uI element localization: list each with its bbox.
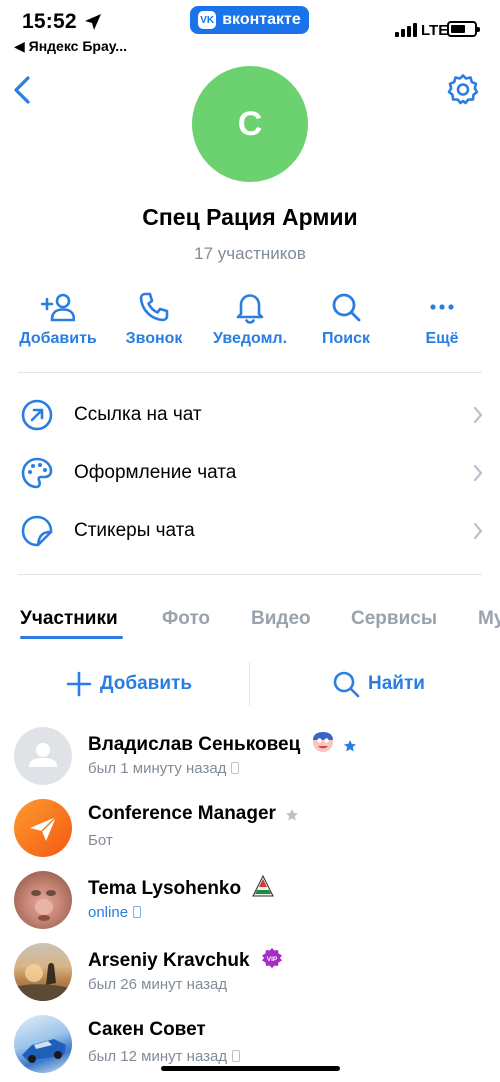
chat-stickers-row[interactable]: Стикеры чата	[0, 502, 500, 560]
chevron-right-icon	[473, 406, 483, 424]
bell-icon	[236, 294, 264, 324]
add-user-icon	[41, 293, 75, 322]
search-action[interactable]: Поиск	[296, 290, 396, 348]
member-name: Владислав Сеньковец	[88, 731, 357, 756]
chat-link-row[interactable]: Ссылка на чат	[0, 386, 500, 444]
search-icon	[333, 671, 360, 698]
find-member-button[interactable]: Найти	[332, 660, 425, 708]
member-row[interactable]: Сакен Совет был 12 минут назад	[0, 1015, 500, 1082]
member-status: был 26 минут назад	[88, 976, 228, 993]
back-icon[interactable]	[10, 74, 38, 106]
menu-label: Стикеры чата	[74, 520, 195, 541]
tab-video[interactable]: Видео	[251, 608, 311, 630]
tab-photo[interactable]: Фото	[162, 608, 210, 630]
chat-avatar[interactable]: С	[192, 66, 308, 182]
palette-icon	[21, 457, 53, 489]
chat-appearance-row[interactable]: Оформление чата	[0, 444, 500, 502]
divider	[18, 372, 482, 373]
vk-pill[interactable]: VK вконтакте	[190, 6, 309, 34]
svg-text:VIP: VIP	[267, 956, 278, 963]
photo-sunset-avatar	[14, 943, 72, 1001]
action-label: Добавить	[19, 330, 97, 347]
chat-title: Спец Рация Армии	[142, 204, 358, 230]
tab-bar: Участники Фото Видео Сервисы Му	[0, 602, 500, 642]
status-bar: 15:52 ◀ Яндекс Брау... VK вконтакте LTE	[0, 0, 500, 60]
sticker-icon	[21, 515, 53, 547]
tab-members[interactable]: Участники	[20, 608, 118, 630]
add-member-action[interactable]: Добавить	[8, 290, 108, 348]
phone-icon	[139, 292, 169, 322]
add-member-label: Добавить	[100, 673, 193, 694]
action-label: Поиск	[321, 330, 370, 347]
link-arrow-icon	[21, 399, 53, 431]
add-member-button[interactable]: Добавить	[66, 660, 192, 708]
action-row: Добавить Звонок Уведомл. Поиск Ещё	[0, 290, 500, 360]
chat-member-count[interactable]: 17 участников	[0, 244, 500, 264]
member-row[interactable]: Conference Manager Бот	[0, 799, 500, 871]
member-status: был 12 минут назад	[88, 1048, 241, 1065]
gear-icon[interactable]	[446, 72, 480, 106]
mobile-device-icon	[232, 1050, 241, 1062]
vk-pill-label: вконтакте	[222, 11, 301, 28]
vk-logo-icon: VK	[198, 11, 217, 29]
menu-label: Оформление чата	[74, 462, 237, 483]
football-club-logo-icon	[252, 875, 275, 897]
location-arrow-icon	[85, 14, 101, 30]
plus-icon	[66, 671, 92, 697]
member-name: Tema Lysohenko	[88, 875, 275, 900]
vip-badge-icon: VIP	[261, 948, 282, 968]
member-status: был 1 минуту назад	[88, 760, 240, 777]
member-name: Arseniy Kravchuk VIP	[88, 947, 283, 972]
mobile-device-icon	[133, 906, 142, 918]
toolbar-separator	[249, 662, 250, 706]
blue-star-icon	[343, 740, 356, 752]
member-status: online	[88, 904, 142, 921]
default-avatar	[14, 727, 72, 785]
mobile-device-icon	[231, 762, 240, 774]
clock: 15:52	[22, 10, 77, 33]
mask-emoji-icon	[312, 732, 333, 752]
action-label: Уведомл.	[212, 330, 288, 347]
search-icon	[332, 293, 361, 322]
tab-music[interactable]: Му	[478, 608, 500, 630]
members-toolbar: Добавить Найти	[0, 660, 500, 708]
chevron-right-icon	[473, 464, 483, 482]
member-name: Сакен Совет	[88, 1019, 206, 1040]
more-action[interactable]: Ещё	[392, 290, 492, 348]
menu-label: Ссылка на чат	[74, 404, 202, 425]
battery-icon	[447, 21, 480, 37]
member-status: Бот	[88, 832, 113, 849]
back-to-app-link[interactable]: ◀ Яндекс Брау...	[14, 38, 127, 55]
call-action[interactable]: Звонок	[104, 290, 204, 348]
member-row[interactable]: Владислав Сеньковец был 1 минуту назад	[0, 727, 500, 799]
home-indicator[interactable]	[161, 1066, 340, 1071]
photo-face-avatar	[14, 871, 72, 929]
gray-star-icon	[286, 809, 299, 821]
member-name: Conference Manager	[88, 803, 299, 825]
tab-services[interactable]: Сервисы	[351, 608, 437, 630]
signal-icon	[395, 23, 417, 37]
more-icon	[430, 304, 454, 310]
find-member-label: Найти	[368, 673, 425, 694]
network-type: LTE	[421, 22, 449, 39]
chevron-right-icon	[473, 522, 483, 540]
action-label: Звонок	[125, 330, 183, 347]
member-row[interactable]: Tema Lysohenko online	[0, 871, 500, 943]
action-label: Ещё	[425, 330, 459, 347]
paper-plane-avatar	[14, 799, 72, 857]
active-tab-indicator	[20, 636, 123, 639]
member-row[interactable]: Arseniy Kravchuk VIP был 26 минут назад	[0, 943, 500, 1015]
divider	[18, 574, 482, 575]
photo-car-avatar	[14, 1015, 72, 1073]
notifications-action[interactable]: Уведомл.	[200, 290, 300, 348]
